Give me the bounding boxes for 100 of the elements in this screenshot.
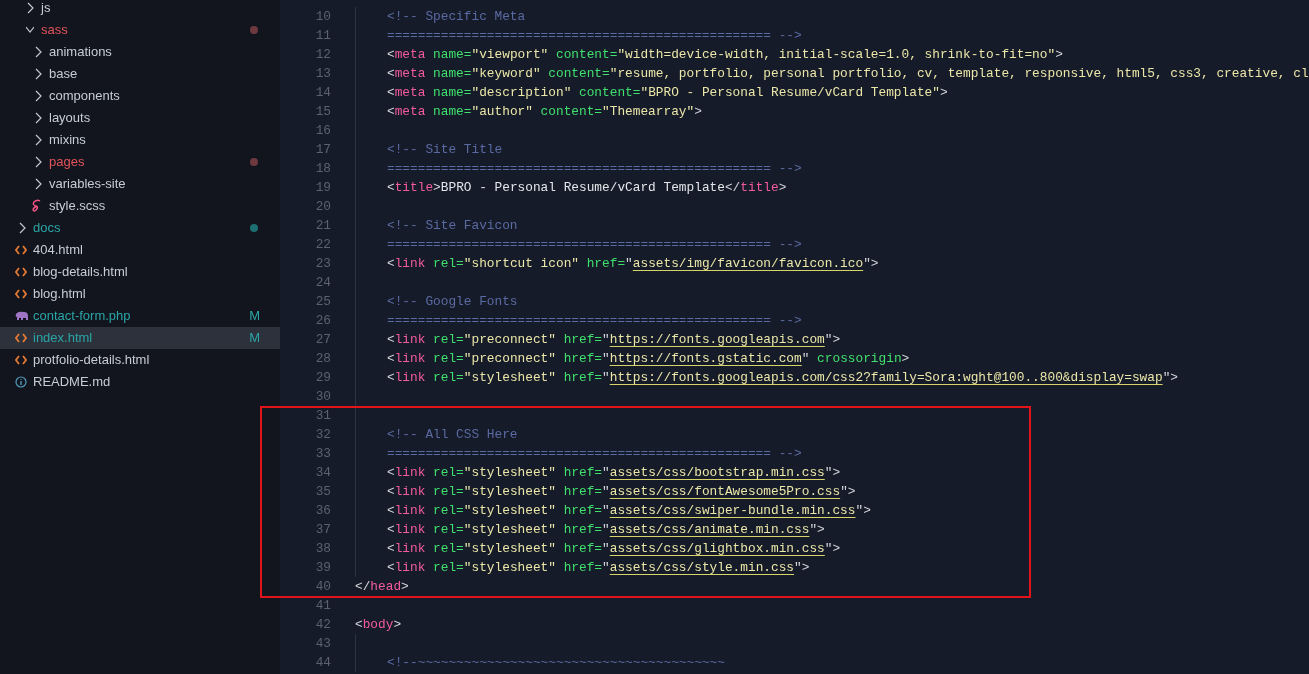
chevron-right-icon — [34, 112, 42, 124]
code-line: <meta name="description" content="BPRO - Personal Resume/vCard Template"> — [387, 83, 948, 102]
code-line: <link rel="stylesheet" href="assets/css/bootstrap.min.css"> — [387, 463, 841, 482]
folder-row[interactable]: js — [0, 0, 280, 19]
code-line: ================================================== --> — [387, 235, 802, 254]
line-number: 40 — [314, 577, 331, 596]
line-number: 18 — [314, 159, 331, 178]
line-number: 37 — [314, 520, 331, 539]
file-row[interactable]: README.md — [0, 371, 280, 393]
line-number: 39 — [314, 558, 331, 577]
code-brackets-icon — [15, 333, 27, 343]
line-number: 10 — [314, 7, 331, 26]
file-row[interactable]: blog-details.html — [0, 261, 280, 283]
file-name: style.scss — [49, 197, 106, 216]
code-line: ================================================== --> — [387, 311, 802, 330]
code-line: <title>BPRO - Personal Resume/vCard Template</title> — [387, 178, 787, 197]
folder-name: sass — [41, 21, 68, 40]
line-number: 36 — [314, 501, 331, 520]
folder-name: base — [49, 65, 78, 84]
line-number: 28 — [314, 349, 331, 368]
line-number: 32 — [314, 425, 331, 444]
line-number: 17 — [314, 140, 331, 159]
line-number: 41 — [314, 596, 331, 615]
code-line: <link rel="stylesheet" href="assets/css/animate.min.css"> — [387, 520, 825, 539]
file-name: blog.html — [33, 285, 86, 304]
line-number: 35 — [314, 482, 331, 501]
code-line: <link rel="preconnect" href="https://fonts.gstatic.com" crossorigin> — [387, 349, 910, 368]
line-number: 22 — [314, 235, 331, 254]
code-line: <!-- Site Favicon — [387, 216, 518, 235]
elephant-icon — [15, 311, 29, 321]
info-icon — [15, 376, 27, 388]
code-line: <meta name="author" content="Themearray"> — [387, 102, 702, 121]
line-number: 38 — [314, 539, 331, 558]
line-number: 24 — [314, 273, 331, 292]
code-line: <link rel="preconnect" href="https://fonts.googleapis.com"> — [387, 330, 841, 349]
file-row[interactable]: 404.html — [0, 239, 280, 261]
chevron-right-icon — [26, 2, 34, 14]
folder-row[interactable]: layouts — [0, 107, 280, 129]
line-number: 16 — [314, 121, 331, 140]
code-line: </head> — [355, 577, 409, 596]
file-name: README.md — [33, 373, 111, 392]
line-number: 12 — [314, 45, 331, 64]
line-number: 11 — [314, 26, 331, 45]
code-line: <link rel="stylesheet" href="assets/css/fontAwesome5Pro.css"> — [387, 482, 856, 501]
line-number: 42 — [314, 615, 331, 634]
folder-name: components — [49, 87, 120, 106]
code-line: <!-- All CSS Here — [387, 425, 518, 444]
folder-row[interactable]: mixins — [0, 129, 280, 151]
code-line: <!-- Specific Meta — [387, 7, 526, 26]
folder-row[interactable]: components — [0, 85, 280, 107]
line-number: 34 — [314, 463, 331, 482]
folder-name: mixins — [49, 131, 86, 150]
line-number: 20 — [314, 197, 331, 216]
file-name: index.html — [33, 329, 93, 348]
folder-row[interactable]: base — [0, 63, 280, 85]
line-number: 33 — [314, 444, 331, 463]
code-line: <!-- Site Title — [387, 140, 503, 159]
code-line: <body> — [355, 615, 402, 634]
file-row[interactable]: contact-form.php M — [0, 305, 280, 327]
chevron-right-icon — [34, 46, 42, 58]
code-line: <meta name="keyword" content="resume, portfolio, personal portfolio, cv, template, responsive, html5, css3, creative, cl — [387, 64, 1309, 83]
code-line: <link rel="stylesheet" href="https://fonts.googleapis.com/css2?family=Sora:wght@100..800&display=swap"> — [387, 368, 1178, 387]
folder-row[interactable]: docs — [0, 217, 280, 239]
code-line: <!-- Google Fonts — [387, 292, 518, 311]
chevron-right-icon — [34, 134, 42, 146]
chevron-right-icon — [34, 90, 42, 102]
code-brackets-icon — [15, 289, 27, 299]
file-name: contact-form.php — [33, 307, 131, 326]
file-row[interactable]: protfolio-details.html — [0, 349, 280, 371]
folder-name: variables-site — [49, 175, 126, 194]
file-name: blog-details.html — [33, 263, 128, 282]
file-name: 404.html — [33, 241, 83, 260]
line-number: 13 — [314, 64, 331, 83]
folder-row[interactable]: sass — [0, 19, 280, 41]
chevron-right-icon — [34, 68, 42, 80]
chevron-right-icon — [34, 178, 42, 190]
line-number: 26 — [314, 311, 331, 330]
folder-name: js — [41, 0, 51, 18]
code-brackets-icon — [15, 267, 27, 277]
line-number: 15 — [314, 102, 331, 121]
folder-row[interactable]: animations — [0, 41, 280, 63]
file-row[interactable]: index.html M — [0, 327, 280, 349]
file-row[interactable]: style.scss — [0, 195, 280, 217]
file-row[interactable]: blog.html — [0, 283, 280, 305]
line-number: 44 — [314, 653, 331, 672]
code-line: ================================================== --> — [387, 444, 802, 463]
chevron-right-icon — [34, 156, 42, 168]
folder-name: pages — [49, 153, 85, 172]
line-number: 30 — [314, 387, 331, 406]
line-number: 27 — [314, 330, 331, 349]
code-line: <meta name="viewport" content="width=device-width, initial-scale=1.0, shrink-to-fit=no"> — [387, 45, 1063, 64]
sass-icon — [31, 199, 43, 213]
code-brackets-icon — [15, 355, 27, 365]
line-number: 29 — [314, 368, 331, 387]
code-line: <link rel="stylesheet" href="assets/css/glightbox.min.css"> — [387, 539, 841, 558]
git-status-label: M — [249, 329, 260, 348]
folder-row[interactable]: variables-site — [0, 173, 280, 195]
folder-row[interactable]: pages — [0, 151, 280, 173]
git-status-label: M — [249, 307, 260, 326]
file-name: protfolio-details.html — [33, 351, 150, 370]
